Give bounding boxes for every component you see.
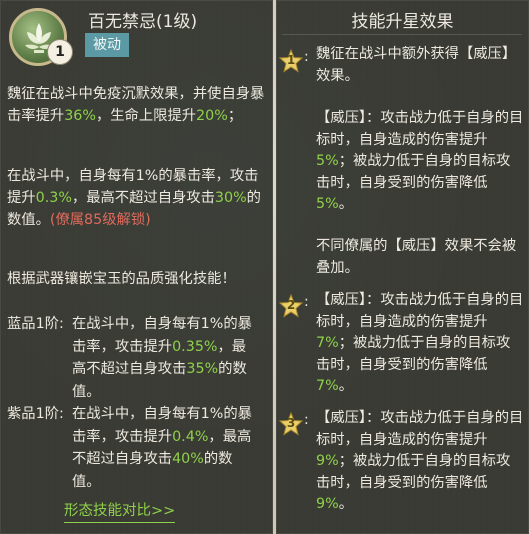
star-panel-title: 技能升星效果: [351, 12, 454, 32]
tier-text: 在战斗中，自身每有1%的暴击率，攻击提升0.4%，最高不超过自身攻击40%的数值…: [72, 406, 252, 490]
bullet: :: [304, 49, 309, 65]
skill-name: 百无禁忌(1级): [88, 12, 198, 32]
tier-label: 蓝品1阶:: [7, 316, 64, 332]
star-1-detail: 【威压】：攻击战力低于自身的目标时，自身造成的伤害提升5%；被战力低于自身的目标…: [316, 110, 524, 212]
skill-type-tag: 被动: [85, 33, 129, 57]
title-divider: [282, 34, 522, 35]
description-paragraph-2: 在战斗中，自身每有1%的暴击率，攻击提升0.3%，最高不超过自身攻击30%的数值…: [7, 168, 261, 228]
bullet: :: [304, 294, 309, 310]
description-paragraph-1: 魏征在战斗中免疫沉默效果，并使自身暴击率提升36%，生命上限提升20%；: [7, 86, 265, 124]
star-1-icon: 1: [279, 49, 303, 73]
unlock-condition: (僚属85级解锁): [49, 212, 151, 228]
skill-level-badge: 1: [47, 39, 73, 65]
tier-text: 在战斗中，自身每有1%的暴击率，攻击提升0.35%，最高不超过自身攻击35%的数…: [72, 316, 252, 400]
upgrade-hint: 根据武器镶嵌宝玉的品质强化技能！: [7, 271, 236, 287]
star-2-detail: 【威压】：攻击战力低于自身的目标时，自身造成的伤害提升7%；被战力低于自身的目标…: [316, 292, 524, 394]
form-skill-compare-link[interactable]: 形态技能对比>>: [64, 499, 176, 523]
tier-label: 紫品1阶:: [7, 406, 64, 422]
bullet: :: [304, 412, 309, 428]
star-2-icon: 2: [279, 294, 303, 318]
star-3-icon: 3: [279, 412, 303, 436]
star-3-detail: 【威压】：攻击战力低于自身的目标时，自身造成的伤害提升9%；被战力低于自身的目标…: [316, 410, 524, 512]
star-1-note: 不同僚属的【威压】效果不会被叠加。: [316, 238, 517, 276]
star-1-text: 魏征在战斗中额外获得【威压】效果。: [316, 46, 517, 84]
